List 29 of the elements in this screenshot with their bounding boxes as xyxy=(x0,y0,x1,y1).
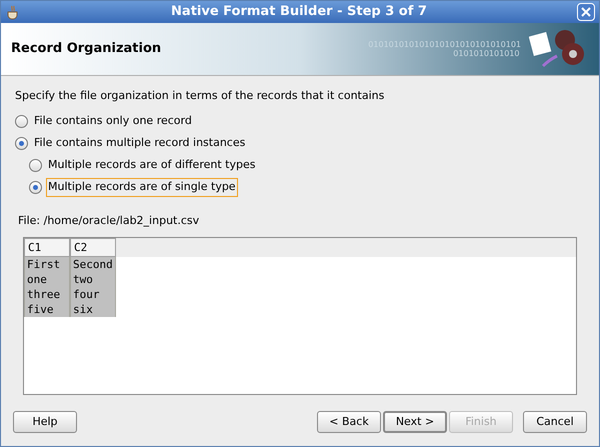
radio-label[interactable]: Multiple records are of single type xyxy=(46,178,238,197)
column-header[interactable]: C2 xyxy=(70,238,116,257)
table-cell: three xyxy=(24,287,70,302)
close-button[interactable] xyxy=(577,3,595,21)
table-cell: two xyxy=(70,272,116,287)
radio-button[interactable] xyxy=(29,159,42,172)
close-icon xyxy=(581,7,591,17)
dialog-button[interactable]: Help xyxy=(13,411,77,433)
table-cell: five xyxy=(24,302,70,317)
column-header[interactable]: C1 xyxy=(24,238,70,257)
radio-button[interactable] xyxy=(15,137,28,150)
table-cell: Second xyxy=(70,257,116,272)
radio-label[interactable]: Multiple records are of different types xyxy=(46,156,258,175)
dialog-button[interactable]: Next > xyxy=(383,411,447,433)
instruction-text: Specify the file organization in terms of the records that it contains xyxy=(15,88,386,104)
table-cell: one xyxy=(24,272,70,287)
table-cell: six xyxy=(70,302,116,317)
window-title: Native Format Builder - Step 3 of 7 xyxy=(170,3,428,22)
radio-button[interactable] xyxy=(29,181,42,194)
table-cell: four xyxy=(70,287,116,302)
radio-label[interactable]: File contains only one record xyxy=(32,112,194,131)
radio-button[interactable] xyxy=(15,115,28,128)
file-path-label: File: /home/oracle/lab2_input.csv xyxy=(18,212,200,229)
page-title: Record Organization xyxy=(11,40,162,58)
dialog-button[interactable]: < Back xyxy=(317,411,381,433)
radio-label[interactable]: File contains multiple record instances xyxy=(32,134,248,153)
dialog-button[interactable]: Cancel xyxy=(523,411,587,433)
binary-text: 0101010101010 xyxy=(453,49,520,58)
table-cell: First xyxy=(24,257,70,272)
